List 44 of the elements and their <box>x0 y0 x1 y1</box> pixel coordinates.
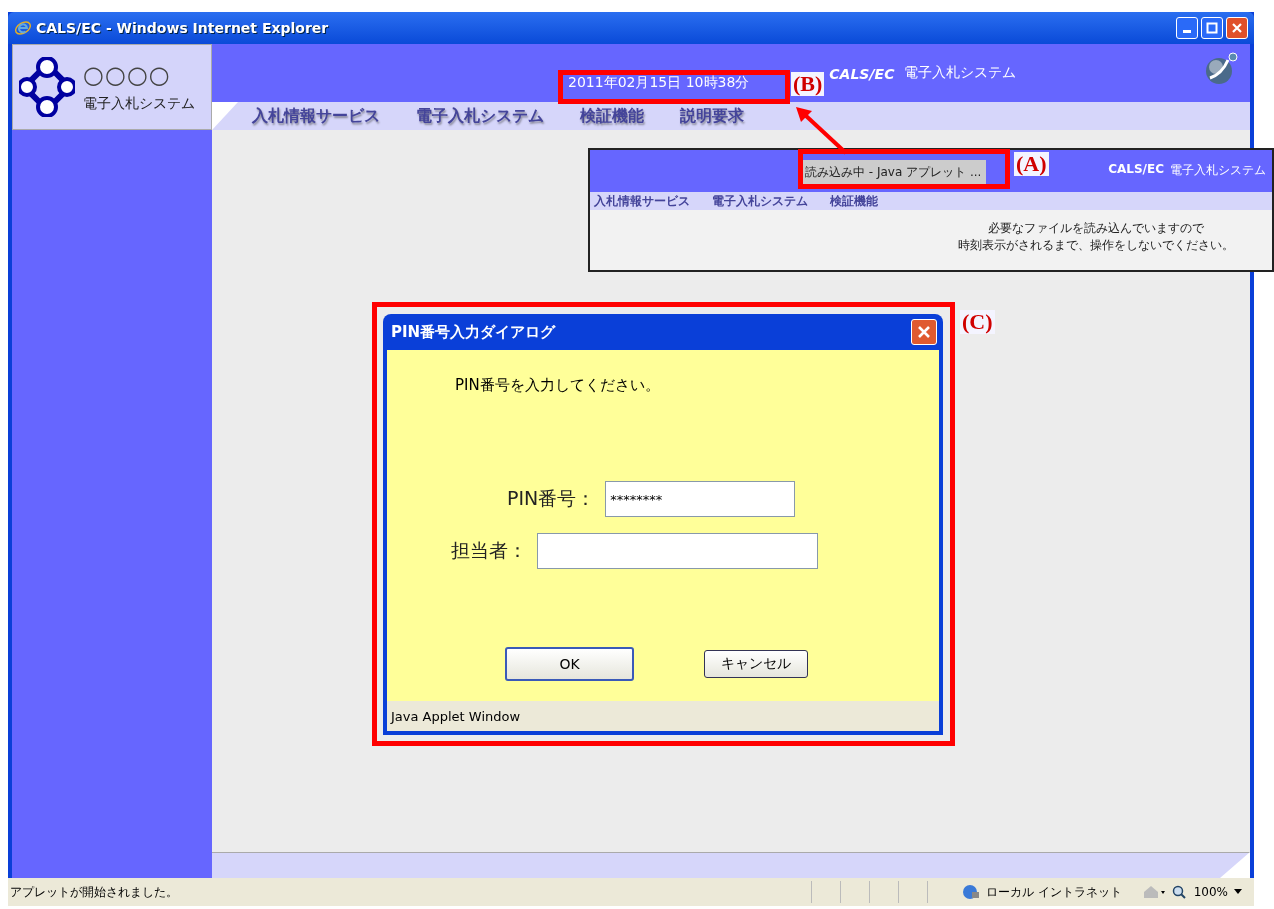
browser-logo-icon <box>14 19 32 37</box>
minimize-button[interactable] <box>1176 17 1198 39</box>
input-field[interactable] <box>537 533 818 569</box>
dialog-title: PIN番号入力ダイアログ <box>391 322 556 342</box>
window-title: CALS/EC - Windows Internet Explorer <box>36 20 329 36</box>
system-name: 電子入札システム <box>904 64 1017 82</box>
dialog-button[interactable]: OK <box>505 647 634 681</box>
close-icon <box>1231 22 1243 34</box>
maximize-icon <box>1206 22 1218 34</box>
dropdown-caret-icon[interactable] <box>1234 889 1242 895</box>
annotation-label: (B) <box>791 72 825 97</box>
input-field[interactable]: ******** <box>605 481 796 517</box>
logo-subtitle: 電子入札システム <box>83 95 195 113</box>
menu-item[interactable]: 入札情報サービス <box>252 105 380 127</box>
applet-footer-text: Java Applet Window <box>391 708 521 724</box>
field-label: 担当者： <box>451 538 527 563</box>
field-label: PIN番号： <box>507 486 596 511</box>
loading-label: 読み込み中 - Java アプレット ... <box>800 160 987 185</box>
menu-item[interactable]: 検証機能 <box>580 105 644 127</box>
dialog-button[interactable]: キャンセル <box>704 650 808 678</box>
zoom-icon[interactable] <box>1171 885 1186 899</box>
annotation-label: (A) <box>1014 152 1049 177</box>
network-globe-icon <box>961 884 980 900</box>
status-message: アプレットが開始されました。 <box>10 883 179 901</box>
brand-name: CALS/EC <box>829 66 895 84</box>
brand-name: CALS/EC <box>1108 162 1164 176</box>
zoom-level[interactable]: 100% <box>1193 885 1228 899</box>
menu-item[interactable]: 説明要求 <box>680 105 744 127</box>
loading-message: 時刻表示がされるまで、操作をしないでください。 <box>958 237 1234 254</box>
close-icon <box>917 325 931 339</box>
annotation-label: (C) <box>960 310 995 335</box>
logo-name: ○○○○ <box>83 61 172 89</box>
system-name: 電子入札システム <box>1170 162 1266 179</box>
security-zone: ローカル イントラネット <box>985 883 1123 901</box>
close-button[interactable] <box>911 319 937 345</box>
maximize-button[interactable] <box>1201 17 1223 39</box>
close-button[interactable] <box>1226 17 1248 39</box>
minimize-icon <box>1183 30 1191 33</box>
date-time: 2011年02月15日 10時38分 <box>568 74 750 92</box>
four-circles-logo-icon <box>19 57 75 117</box>
loading-message: 必要なファイルを読み込んでいますので <box>988 220 1204 237</box>
globe-icon <box>1204 52 1238 86</box>
dialog-prompt: PIN番号を入力してください。 <box>455 376 661 395</box>
menu-item[interactable]: 電子入札システム <box>416 105 544 127</box>
